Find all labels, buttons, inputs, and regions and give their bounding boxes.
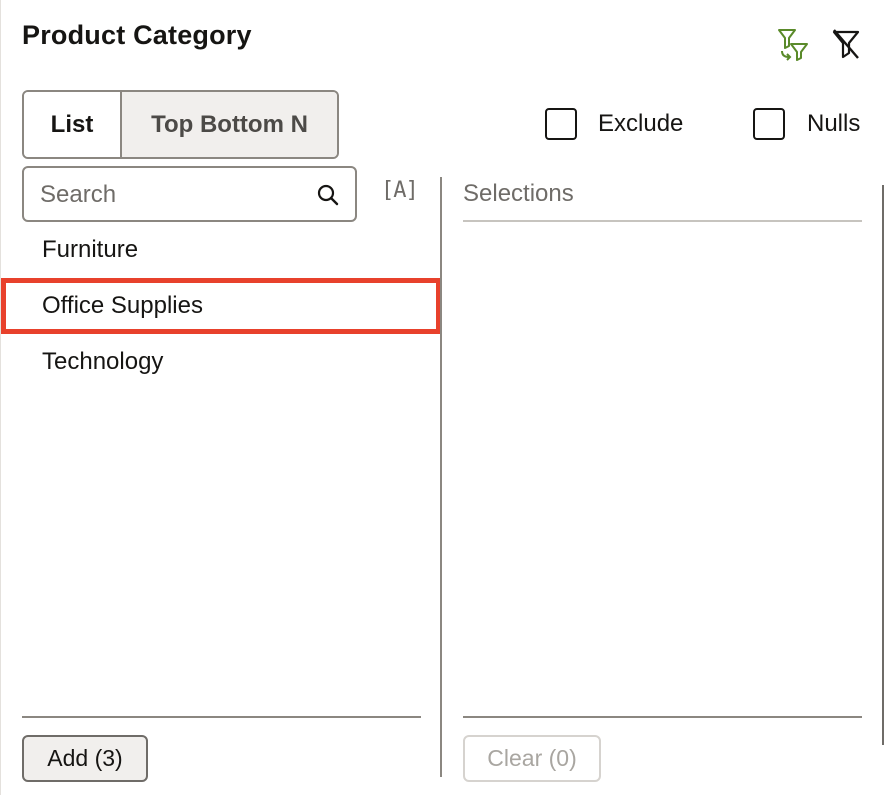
exclude-checkbox[interactable] — [545, 108, 577, 140]
add-button[interactable]: Add (3) — [22, 735, 148, 782]
apply-filter-button[interactable] — [775, 26, 811, 62]
clear-filter-button[interactable] — [828, 26, 864, 62]
mode-toggle: List Top Bottom N — [22, 90, 339, 159]
footer-divider-right — [463, 716, 862, 718]
nulls-label[interactable]: Nulls — [807, 110, 860, 138]
value-list: Furniture Office Supplies Technology — [1, 222, 441, 390]
selections-header: Selections — [463, 180, 574, 207]
filter-panel: Product Category List Top Bottom N Exclu… — [0, 0, 884, 795]
panel-title: Product Category — [22, 20, 252, 50]
clear-filter-icon — [832, 29, 860, 59]
footer-divider-left — [22, 716, 421, 718]
apply-filter-icon — [778, 29, 808, 61]
tab-top-bottom-n[interactable]: Top Bottom N — [122, 92, 337, 157]
list-item[interactable]: Furniture — [1, 222, 441, 278]
pane-divider — [440, 177, 442, 777]
selections-divider — [463, 220, 862, 222]
search-box — [22, 166, 357, 222]
search-input[interactable] — [40, 178, 310, 212]
sort-alpha-icon[interactable]: [A] — [381, 178, 419, 203]
tab-list[interactable]: List — [24, 92, 122, 157]
nulls-checkbox[interactable] — [753, 108, 785, 140]
search-icon[interactable] — [315, 182, 341, 208]
list-item[interactable]: Office Supplies — [1, 278, 441, 334]
exclude-label[interactable]: Exclude — [598, 110, 683, 138]
list-item[interactable]: Technology — [1, 334, 441, 390]
clear-button[interactable]: Clear (0) — [463, 735, 601, 782]
